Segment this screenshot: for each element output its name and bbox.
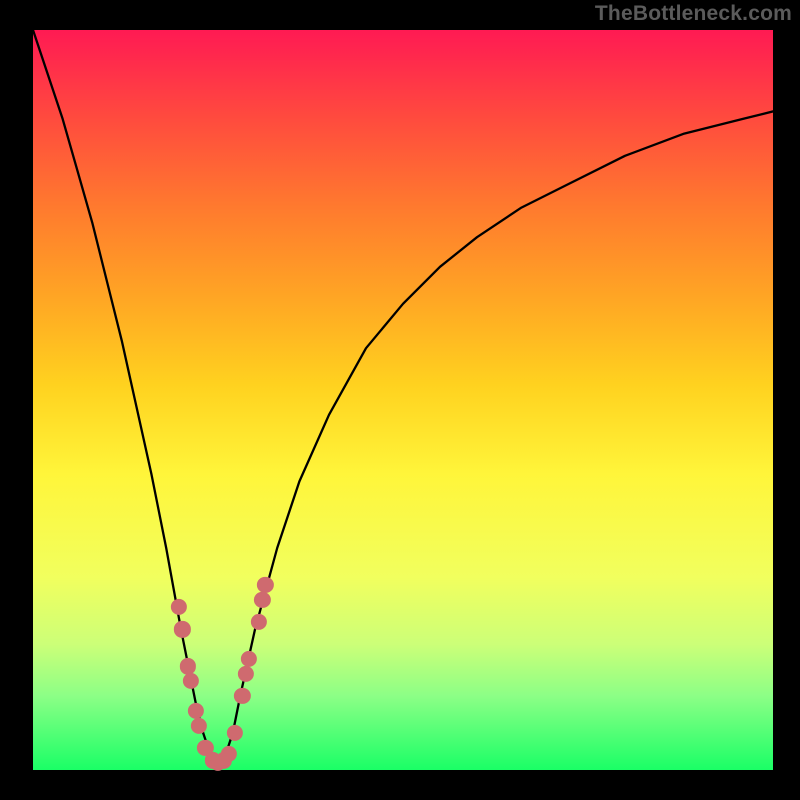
watermark-text: TheBottleneck.com	[595, 2, 792, 26]
data-point	[227, 725, 243, 741]
data-point	[254, 592, 270, 608]
data-point	[182, 673, 198, 689]
chart-frame: TheBottleneck.com	[0, 0, 800, 800]
data-point	[241, 651, 257, 667]
data-point	[234, 688, 250, 704]
data-point	[174, 621, 190, 637]
data-point	[180, 658, 196, 674]
data-point	[191, 717, 207, 733]
data-point	[171, 599, 187, 615]
data-point	[188, 703, 204, 719]
data-point	[251, 614, 267, 630]
data-point	[238, 666, 254, 682]
plot-area	[33, 30, 773, 770]
data-point	[257, 577, 273, 593]
data-points-layer	[33, 30, 773, 770]
data-point	[221, 746, 237, 762]
